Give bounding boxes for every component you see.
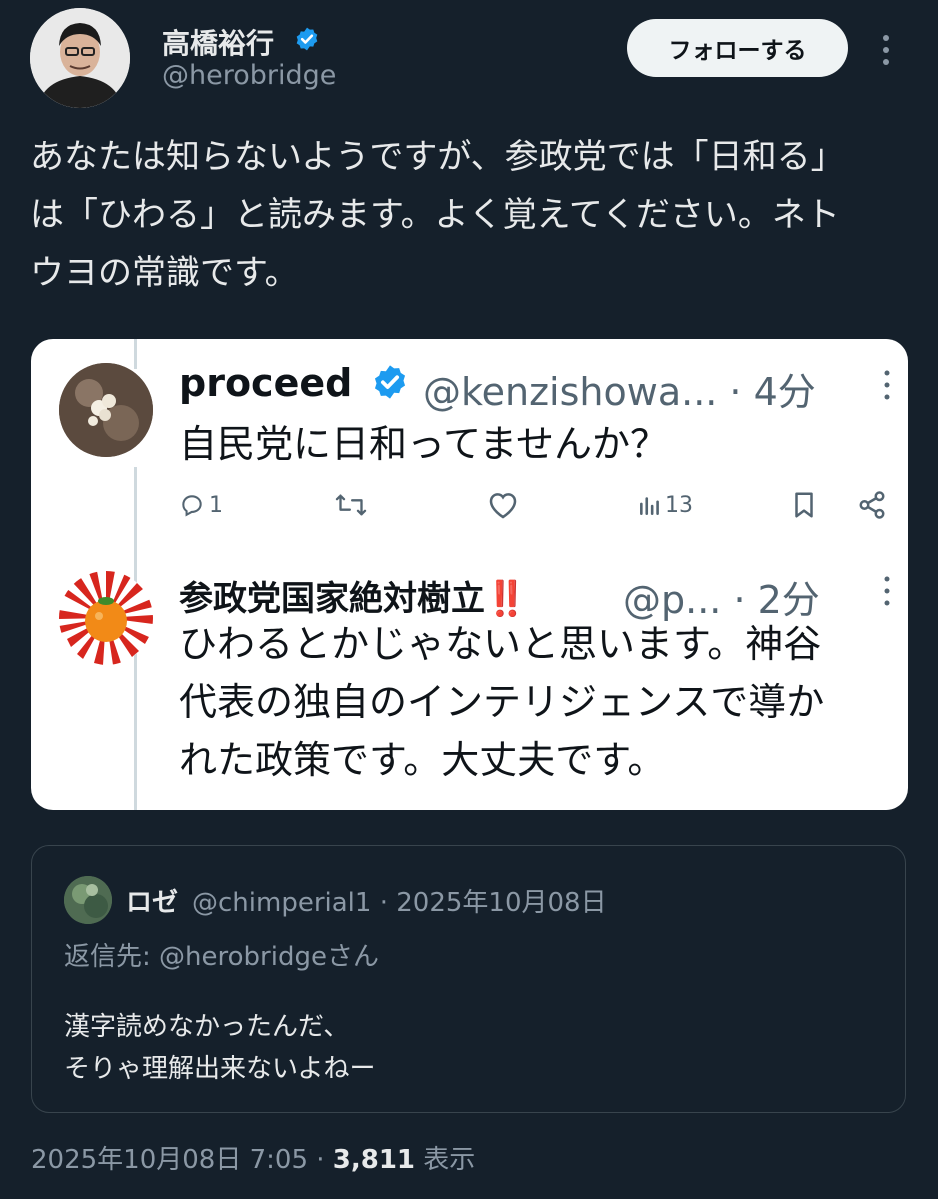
bookmark-icon: [795, 492, 813, 518]
post2-name: 参政党国家絶対樹立‼️: [179, 579, 528, 619]
views-count-main: 3,811: [332, 1145, 416, 1175]
post1-text: 自民党に日和ってませんか？: [179, 422, 669, 466]
share-action: [857, 487, 887, 523]
reply-count: 1: [209, 492, 223, 518]
author-avatar[interactable]: [30, 8, 130, 108]
tweet-text: あなたは知らないようですが、参政党では「日和る」 は「ひわる」と読みます。よく覚…: [30, 128, 915, 302]
views-action: 13: [637, 487, 693, 523]
author-display-name[interactable]: 高橋裕行: [162, 22, 274, 62]
reply-action: 1: [179, 487, 223, 523]
quoted-name: ロゼ: [126, 888, 179, 918]
tweet-text-line: は「ひわる」と読みます。よく覚えてください。ネト: [30, 195, 840, 235]
tweet-timestamp[interactable]: 2025年10月08日 7:05 · 3,811 表示: [31, 1139, 475, 1176]
post2-text-line: れた政策です。大丈夫です。: [179, 738, 666, 782]
post1-handle-time: @kenzishowa... · 4分: [423, 370, 816, 414]
post2-text: ひわるとかじゃないと思います。神谷 代表の独自のインテリジェンスで導か れた政策…: [179, 615, 908, 789]
retweet-icon: [335, 494, 367, 516]
post1-avatar: [59, 363, 153, 457]
views-label: 表示: [423, 1145, 476, 1175]
quoted-text: 漢字読めなかったんだ、 そりゃ理解出来ないよねー: [64, 1006, 375, 1090]
more-icon: [884, 370, 890, 400]
reply-to-label: 返信先: @herobridgeさん: [64, 942, 379, 972]
share-icon: [859, 491, 885, 519]
tweet-text-line: あなたは知らないようですが、参政党では「日和る」: [30, 137, 845, 177]
more-icon[interactable]: [876, 30, 896, 70]
post2-avatar: [59, 571, 153, 665]
quoted-post[interactable]: ロゼ @chimperial1 · 2025年10月08日 返信先: @hero…: [31, 845, 906, 1113]
thread-line: [134, 339, 137, 369]
post2-text-line: 代表の独自のインテリジェンスで導か: [179, 680, 825, 724]
views-icon: [640, 497, 659, 515]
more-icon: [884, 576, 890, 606]
quoted-text-line: 漢字読めなかったんだ、: [64, 1012, 350, 1042]
author-handle[interactable]: @herobridge: [162, 60, 336, 91]
quoted-handle-time: @chimperial1 · 2025年10月08日: [192, 888, 607, 918]
tweet-text-line: ウヨの常識です。: [30, 253, 299, 293]
quoted-text-line: そりゃ理解出来ないよねー: [64, 1054, 376, 1084]
like-icon: [489, 493, 517, 519]
timestamp-text: 2025年10月08日 7:05 ·: [31, 1145, 333, 1175]
like-action: [487, 487, 519, 523]
quoted-avatar: [64, 876, 112, 924]
post2-text-line: ひわるとかじゃないと思います。神谷: [179, 622, 822, 666]
reply-icon: [182, 495, 202, 517]
retweet-action: [333, 487, 369, 523]
verified-badge-icon: [374, 365, 406, 399]
verified-badge-icon: [296, 27, 318, 51]
post1-name: proceed: [179, 361, 353, 405]
bookmark-action: [791, 487, 817, 523]
embedded-screenshot[interactable]: proceed @kenzishowa... · 4分 自民党に日和ってませんか…: [31, 339, 908, 810]
follow-button[interactable]: フォローする: [627, 19, 848, 77]
views-count: 13: [665, 492, 693, 518]
